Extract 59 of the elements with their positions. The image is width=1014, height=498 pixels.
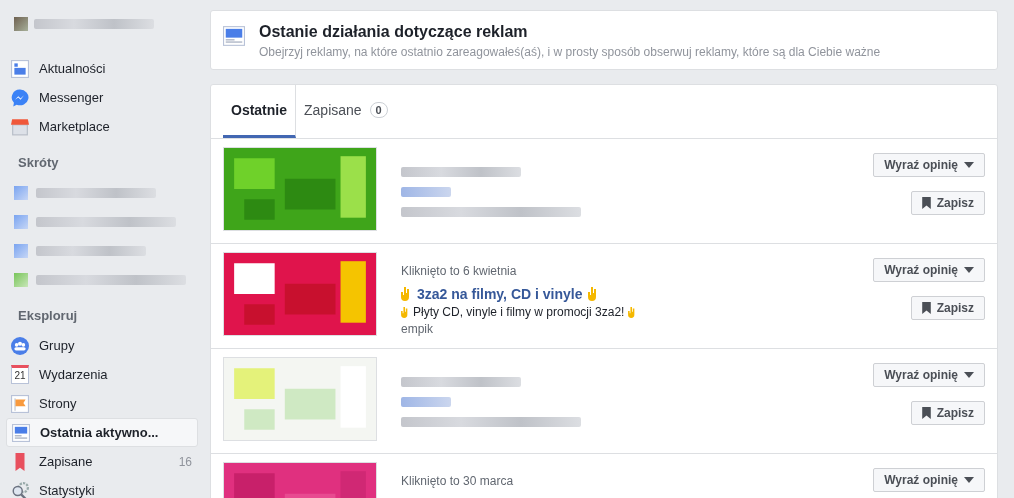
- page-subtitle: Obejrzyj reklamy, na które ostatnio zareagowałeś(aś), i w prosty sposób obserwuj reklamy, które są dla Ciebie ważne: [259, 45, 881, 59]
- monitor-icon: [223, 26, 245, 46]
- flag-icon: [11, 394, 29, 413]
- sidebar-item[interactable]: Ostatnia aktywno...: [6, 418, 198, 447]
- blurred-shortcut[interactable]: [36, 187, 156, 198]
- blurred-shortcut-icon[interactable]: [14, 185, 28, 200]
- blurred-shortcut-icon[interactable]: [14, 214, 28, 229]
- blurred-text: [401, 397, 451, 407]
- hand-icon: [588, 287, 599, 301]
- blurred-name[interactable]: [34, 19, 154, 29]
- sidebar-item[interactable]: Statystyki: [6, 476, 198, 498]
- bookmark-icon: [921, 407, 931, 419]
- blurred-shortcut-icon[interactable]: [14, 272, 28, 287]
- hand-icon: [401, 287, 411, 301]
- messenger-icon: [11, 88, 29, 107]
- sidebar-item[interactable]: Marketplace: [6, 112, 198, 141]
- groups-icon: [11, 336, 29, 355]
- section-heading: Skróty: [18, 155, 60, 170]
- calendar-icon: 21: [11, 365, 29, 384]
- profile-avatar[interactable]: [14, 17, 28, 31]
- sidebar-item[interactable]: Grupy: [6, 331, 198, 360]
- ad-title-link[interactable]: 3za2 na filmy, CD i vinyle: [417, 286, 583, 302]
- caret-icon: [964, 162, 974, 168]
- page-title: Ostanie działania dotyczące reklam: [259, 23, 529, 41]
- item-count: 16: [178, 454, 192, 469]
- ad-text: Płyty CD, vinyle i filmy w promocji 3za2!: [413, 305, 625, 319]
- blurred-shortcut[interactable]: [36, 274, 186, 285]
- blurred-shortcut[interactable]: [36, 216, 176, 227]
- storefront-icon: [11, 117, 29, 136]
- save-button[interactable]: Zapisz: [910, 296, 985, 320]
- sidebar-item[interactable]: Zapisane 16: [6, 447, 198, 476]
- monitor-icon: [12, 423, 30, 442]
- blurred-text: [401, 187, 451, 197]
- bookmark-icon: [921, 197, 931, 209]
- sidebar-item[interactable]: Strony: [6, 389, 198, 418]
- feedback-button[interactable]: Wyraź opinię: [873, 363, 985, 387]
- save-button[interactable]: Zapisz: [910, 191, 985, 215]
- caret-icon: [964, 267, 974, 273]
- newsfeed-icon: [11, 59, 29, 78]
- sidebar-item[interactable]: Messenger: [6, 83, 198, 112]
- section-heading: Eksploruj: [18, 308, 79, 323]
- hand-icon: [628, 306, 637, 318]
- clicked-date: Kliknięto to 30 marca: [401, 474, 515, 488]
- sidebar-item[interactable]: 21 Wydarzenia: [6, 360, 198, 389]
- hand-icon: [401, 306, 409, 318]
- sidebar-item[interactable]: Aktualności: [6, 54, 198, 83]
- clicked-date: Kliknięto to 6 kwietnia: [401, 264, 518, 278]
- feedback-button[interactable]: Wyraź opinię: [873, 258, 985, 282]
- bookmark-icon: [921, 302, 931, 314]
- blurred-shortcut[interactable]: [36, 245, 146, 256]
- blurred-shortcut-icon[interactable]: [14, 243, 28, 258]
- feedback-button[interactable]: Wyraź opinię: [873, 153, 985, 177]
- caret-icon: [964, 477, 974, 483]
- save-button[interactable]: Zapisz: [910, 401, 985, 425]
- tab[interactable]: Ostatnie: [223, 85, 296, 138]
- caret-icon: [964, 372, 974, 378]
- tab[interactable]: Zapisane 0: [296, 85, 396, 138]
- advertiser-name: empik: [401, 322, 434, 336]
- feedback-button[interactable]: Wyraź opinię: [873, 468, 985, 492]
